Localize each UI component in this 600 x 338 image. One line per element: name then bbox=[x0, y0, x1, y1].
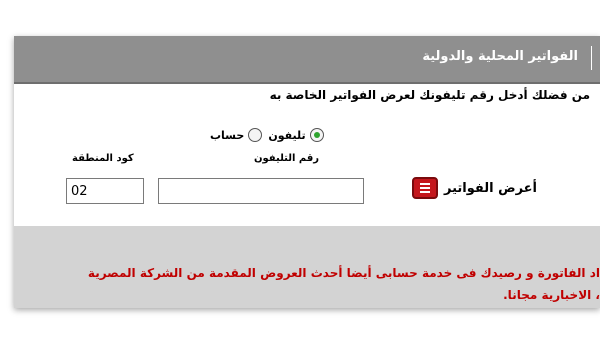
screenshot-frame: الفواتير المحلية والدولية من فضلك أدخل ر… bbox=[0, 0, 600, 338]
phone-number-input[interactable] bbox=[158, 178, 364, 204]
radio-option-account[interactable]: حساب bbox=[210, 128, 263, 142]
promo-text-line1: اد الفاتورة و رصيدك فى خدمة حسابى أيضا أ… bbox=[87, 266, 600, 280]
instruction-text: من فضلك أدخل رقم تليفونك لعرض الفواتير ا… bbox=[269, 88, 590, 102]
title-divider bbox=[591, 46, 592, 70]
bills-panel: الفواتير المحلية والدولية من فضلك أدخل ر… bbox=[14, 36, 600, 308]
view-bills-button[interactable]: أعرض الفواتير bbox=[412, 177, 537, 199]
account-type-radio-group: تليفون حساب bbox=[210, 128, 324, 142]
panel-title: الفواتير المحلية والدولية bbox=[422, 49, 578, 64]
radio-phone-label: تليفون bbox=[268, 128, 306, 142]
radio-phone[interactable] bbox=[309, 128, 324, 142]
area-code-input[interactable] bbox=[66, 178, 144, 204]
area-code-label: كود المنطقة bbox=[72, 153, 134, 164]
list-icon[interactable] bbox=[412, 177, 438, 199]
title-bar: الفواتير المحلية والدولية bbox=[14, 36, 600, 84]
radio-account[interactable] bbox=[248, 128, 263, 142]
promo-footer: اد الفاتورة و رصيدك فى خدمة حسابى أيضا أ… bbox=[14, 226, 600, 308]
view-bills-label: أعرض الفواتير bbox=[444, 180, 538, 196]
radio-account-label: حساب bbox=[210, 128, 245, 142]
phone-number-label: رقم التليفون bbox=[254, 153, 320, 164]
promo-text-line2: ، الاخبارية مجانا. bbox=[503, 288, 600, 302]
radio-option-phone[interactable]: تليفون bbox=[268, 128, 324, 142]
